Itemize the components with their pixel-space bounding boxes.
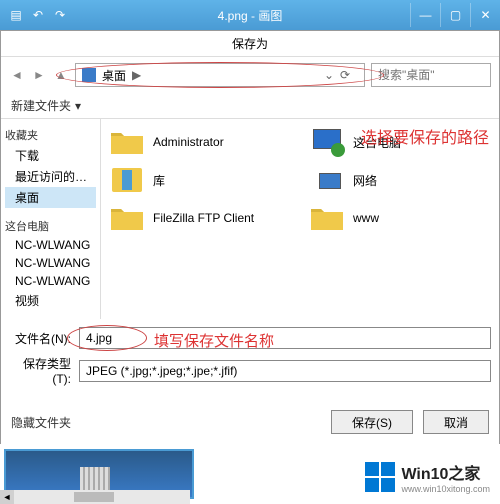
- item-label: www: [353, 211, 379, 225]
- sidebar: 收藏夹 下载 最近访问的位置 桌面 这台电脑 NC-WLWANG NC-WLWA…: [1, 119, 101, 319]
- libraries-item[interactable]: 库: [109, 165, 279, 195]
- library-icon: [109, 165, 145, 195]
- folder-item[interactable]: FileZilla FTP Client: [109, 203, 279, 233]
- scroll-left-button[interactable]: ◄: [0, 490, 14, 504]
- refresh-button[interactable]: ⟳: [340, 68, 358, 82]
- folder-icon: [309, 203, 345, 233]
- hide-folders-link[interactable]: 隐藏文件夹: [11, 414, 71, 431]
- window-title: 4.png - 画图: [218, 7, 283, 24]
- chevron-down-icon[interactable]: ▾: [75, 99, 81, 113]
- new-folder-button[interactable]: 新建文件夹: [11, 97, 71, 114]
- sidebar-item-pc[interactable]: NC-WLWANG: [5, 272, 96, 290]
- filename-form: 填写保存文件名称 文件名(N): 保存类型(T):: [1, 319, 499, 400]
- filename-label: 文件名(N):: [9, 330, 71, 347]
- file-icon[interactable]: ▤: [8, 7, 24, 23]
- logo-text: Win10之家: [401, 460, 490, 484]
- app-titlebar: ▤ ↶ ↷ 4.png - 画图 — ▢ ✕: [0, 0, 500, 30]
- horizontal-scrollbar[interactable]: ◄: [0, 490, 190, 504]
- close-button[interactable]: ✕: [470, 3, 500, 27]
- breadcrumb-bar[interactable]: 桌面 ▶ ⌄ ⟳: [75, 63, 365, 87]
- folder-item[interactable]: Administrator: [109, 127, 279, 157]
- folder-icon: [109, 203, 145, 233]
- maximize-button[interactable]: ▢: [440, 3, 470, 27]
- windows-icon: [365, 462, 395, 492]
- dialog-footer: 隐藏文件夹 保存(S) 取消: [1, 400, 499, 444]
- filetype-label: 保存类型(T):: [9, 355, 71, 386]
- filename-input[interactable]: [79, 327, 491, 349]
- logo-url: www.win10xitong.com: [401, 484, 490, 494]
- sidebar-item-video[interactable]: 视频: [5, 290, 96, 311]
- save-button[interactable]: 保存(S): [331, 410, 413, 434]
- cancel-button[interactable]: 取消: [423, 410, 489, 434]
- scroll-thumb[interactable]: [74, 492, 114, 502]
- network-icon: [309, 165, 345, 195]
- sidebar-item-pc[interactable]: NC-WLWANG: [5, 254, 96, 272]
- item-label: 库: [153, 172, 165, 189]
- undo-icon[interactable]: ↶: [30, 7, 46, 23]
- sidebar-favorites[interactable]: 收藏夹: [5, 127, 96, 143]
- item-label: FileZilla FTP Client: [153, 211, 254, 225]
- chevron-right-icon[interactable]: ▶: [132, 68, 141, 82]
- bottom-area: ◄ Win10之家 www.win10xitong.com: [0, 444, 500, 504]
- sidebar-item-downloads[interactable]: 下载: [5, 145, 96, 166]
- save-as-dialog: 保存为 ◄ ► ▲ 桌面 ▶ ⌄ ⟳ 新建文件夹 ▾ 收藏夹 下载 最近访问的位…: [0, 30, 500, 445]
- filetype-select[interactable]: [79, 360, 491, 382]
- file-list: 选择要保存的路径 Administrator 这台电脑 库 网络: [101, 119, 499, 319]
- breadcrumb-item[interactable]: 桌面: [102, 67, 126, 84]
- desktop-icon: [82, 68, 96, 82]
- annotation-text-path: 选择要保存的路径: [361, 124, 489, 148]
- sidebar-item-pc[interactable]: NC-WLWANG: [5, 236, 96, 254]
- sidebar-item-desktop[interactable]: 桌面: [5, 187, 96, 208]
- forward-button[interactable]: ►: [31, 67, 47, 83]
- sidebar-item-recent[interactable]: 最近访问的位置: [5, 166, 96, 187]
- search-input[interactable]: [371, 63, 491, 87]
- address-bar-row: ◄ ► ▲ 桌面 ▶ ⌄ ⟳: [1, 57, 499, 93]
- redo-icon[interactable]: ↷: [52, 7, 68, 23]
- folder-item[interactable]: www: [309, 203, 479, 233]
- item-label: 网络: [353, 172, 377, 189]
- up-button[interactable]: ▲: [53, 67, 69, 83]
- minimize-button[interactable]: —: [410, 3, 440, 27]
- breadcrumb-dropdown[interactable]: ⌄: [324, 68, 334, 82]
- network-item[interactable]: 网络: [309, 165, 479, 195]
- computer-icon: [309, 127, 345, 157]
- sidebar-thispc[interactable]: 这台电脑: [5, 218, 96, 234]
- watermark-logo: Win10之家 www.win10xitong.com: [365, 460, 490, 494]
- dialog-title: 保存为: [1, 31, 499, 57]
- item-label: Administrator: [153, 135, 224, 149]
- folder-icon: [109, 127, 145, 157]
- toolbar: 新建文件夹 ▾: [1, 93, 499, 119]
- back-button[interactable]: ◄: [9, 67, 25, 83]
